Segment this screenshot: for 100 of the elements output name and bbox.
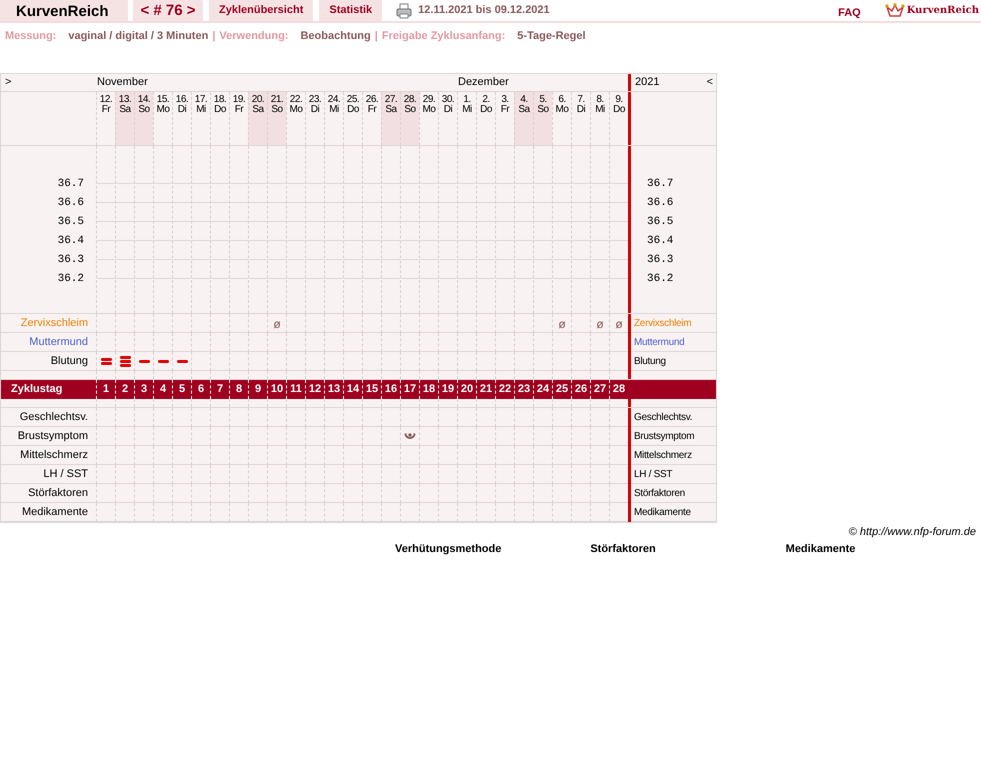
- row-label: Zervixschleim: [20, 316, 89, 331]
- cycle-day-number: 24: [533, 380, 552, 399]
- row-label: Geschlechtsv.: [18, 410, 89, 425]
- prev-button[interactable]: >: [1, 74, 96, 91]
- day-header: 13. Sa: [115, 92, 134, 145]
- cycle-day-number: 11: [286, 380, 305, 399]
- day-header: 28. So: [400, 92, 419, 145]
- row-label: Muttermund: [633, 336, 686, 350]
- row-label: Brustsymptom: [633, 430, 696, 444]
- cycle-day-number: 7: [210, 380, 229, 399]
- row-label: Geschlechtsv.: [633, 411, 694, 425]
- temperature-label: 36.6: [58, 196, 84, 211]
- printer-icon[interactable]: [396, 2, 412, 18]
- row-label: Mittelschmerz: [633, 449, 693, 463]
- row-label: Zervixschleim: [633, 317, 692, 331]
- cycle-day-number: 10: [267, 380, 286, 399]
- day-header: 21. So: [267, 92, 286, 145]
- cycle-day-number: 2: [115, 380, 134, 399]
- row-label: Medikamente: [633, 506, 692, 520]
- cycle-day-number: 1: [96, 380, 115, 399]
- temperature-label: 36.5: [58, 215, 84, 230]
- cycle-day-number: 26: [571, 380, 590, 399]
- separator: |: [374, 28, 378, 44]
- faq-link[interactable]: FAQ: [838, 5, 861, 22]
- cycle-day-number: 9: [248, 380, 267, 399]
- row-label: Brustsymptom: [16, 429, 89, 444]
- day-header: 27. Sa: [381, 92, 400, 145]
- next-button[interactable]: <: [706, 74, 713, 91]
- day-header: 2. Do: [476, 92, 495, 145]
- day-header: 20. Sa: [248, 92, 267, 145]
- cycle-day-number: 14: [343, 380, 362, 399]
- temperature-label: 36.7: [58, 177, 84, 192]
- temperature-label: 36.4: [58, 234, 84, 249]
- cycle-day-number: 23: [514, 380, 533, 399]
- temperature-label: 36.3: [58, 253, 84, 268]
- row-label: Störfaktoren: [633, 487, 686, 501]
- temperature-label: 36.7: [647, 177, 674, 192]
- row-label: Blutung: [50, 354, 89, 369]
- info-label: Verwendung:: [219, 28, 288, 44]
- row-label: Muttermund: [28, 335, 89, 350]
- row-label: LH / SST: [42, 467, 89, 482]
- mucus-symbol: ø: [596, 316, 604, 332]
- day-header: 14. So: [134, 92, 153, 145]
- temperature-label: 36.5: [647, 215, 674, 230]
- day-header: 23. Di: [305, 92, 324, 145]
- cycle-day-number: 13: [324, 380, 343, 399]
- temperature-label: 36.2: [58, 272, 84, 287]
- separator: |: [212, 28, 216, 44]
- cycle-day-number: 20: [457, 380, 476, 399]
- day-header: 30. Di: [438, 92, 457, 145]
- cycle-day-number: 8: [229, 380, 248, 399]
- day-header: 24. Mi: [324, 92, 343, 145]
- row-label: LH / SST: [633, 468, 674, 482]
- day-header: 18. Do: [210, 92, 229, 145]
- cycle-day-number: 19: [438, 380, 457, 399]
- row-label: Störfaktoren: [27, 486, 89, 501]
- cycle-day-number: 28: [609, 380, 628, 399]
- copyright: © http://www.nfp-forum.de: [848, 525, 976, 540]
- app-title: KurvenReich: [0, 0, 128, 21]
- nav-tab[interactable]: Zyklenübersicht: [209, 0, 314, 21]
- cycle-day-number: 5: [172, 380, 191, 399]
- day-header: 29. Mo: [419, 92, 438, 145]
- row-label: Mittelschmerz: [19, 448, 89, 463]
- row-label: Medikamente: [20, 505, 89, 520]
- legend-heading: Medikamente: [786, 542, 856, 556]
- cycle-day-number: 21: [476, 380, 495, 399]
- month-label: November: [96, 75, 148, 90]
- day-header: 22. Mo: [286, 92, 305, 145]
- day-header: 17. Mi: [191, 92, 210, 145]
- mucus-symbol: ø: [558, 316, 566, 332]
- cycle-day-number: 15: [362, 380, 381, 399]
- cycle-day-number: 16: [381, 380, 400, 399]
- cycle-day-number: 22: [495, 380, 514, 399]
- day-header: 25. Do: [343, 92, 362, 145]
- date-range: 12.11.2021 bis 09.12.2021: [418, 3, 550, 18]
- crown-logo-icon: [884, 2, 905, 18]
- temperature-label: 36.3: [647, 253, 674, 268]
- logo-text: KurvenReich: [906, 4, 979, 18]
- cycle-day-number: 18: [419, 380, 438, 399]
- day-header: 1. Mi: [457, 92, 476, 145]
- day-header: 4. Sa: [514, 92, 533, 145]
- row-label: Blutung: [633, 355, 667, 369]
- cycle-nav[interactable]: < # 76 >: [133, 0, 203, 21]
- nav-tab[interactable]: Statistik: [319, 0, 382, 21]
- cycle-day-number: 3: [134, 380, 153, 399]
- cycle-day-number: 27: [590, 380, 609, 399]
- temperature-label: 36.4: [647, 234, 674, 249]
- info-label: Messung:: [5, 28, 56, 44]
- cycle-day-label: Zyklustag: [10, 382, 64, 397]
- month-label: Dezember: [457, 75, 509, 90]
- info-value: vaginal / digital / 3 Minuten: [68, 28, 208, 44]
- info-value: Beobachtung: [300, 28, 371, 44]
- cycle-day-number: 6: [191, 380, 210, 399]
- legend-heading: Störfaktoren: [590, 542, 657, 556]
- mucus-symbol: ø: [615, 316, 623, 332]
- info-label: Freigabe Zyklusanfang:: [382, 28, 506, 44]
- temperature-label: 36.2: [647, 272, 674, 287]
- day-header: 15. Mo: [153, 92, 172, 145]
- day-header: 16. Di: [172, 92, 191, 145]
- day-header: 7. Di: [571, 92, 590, 145]
